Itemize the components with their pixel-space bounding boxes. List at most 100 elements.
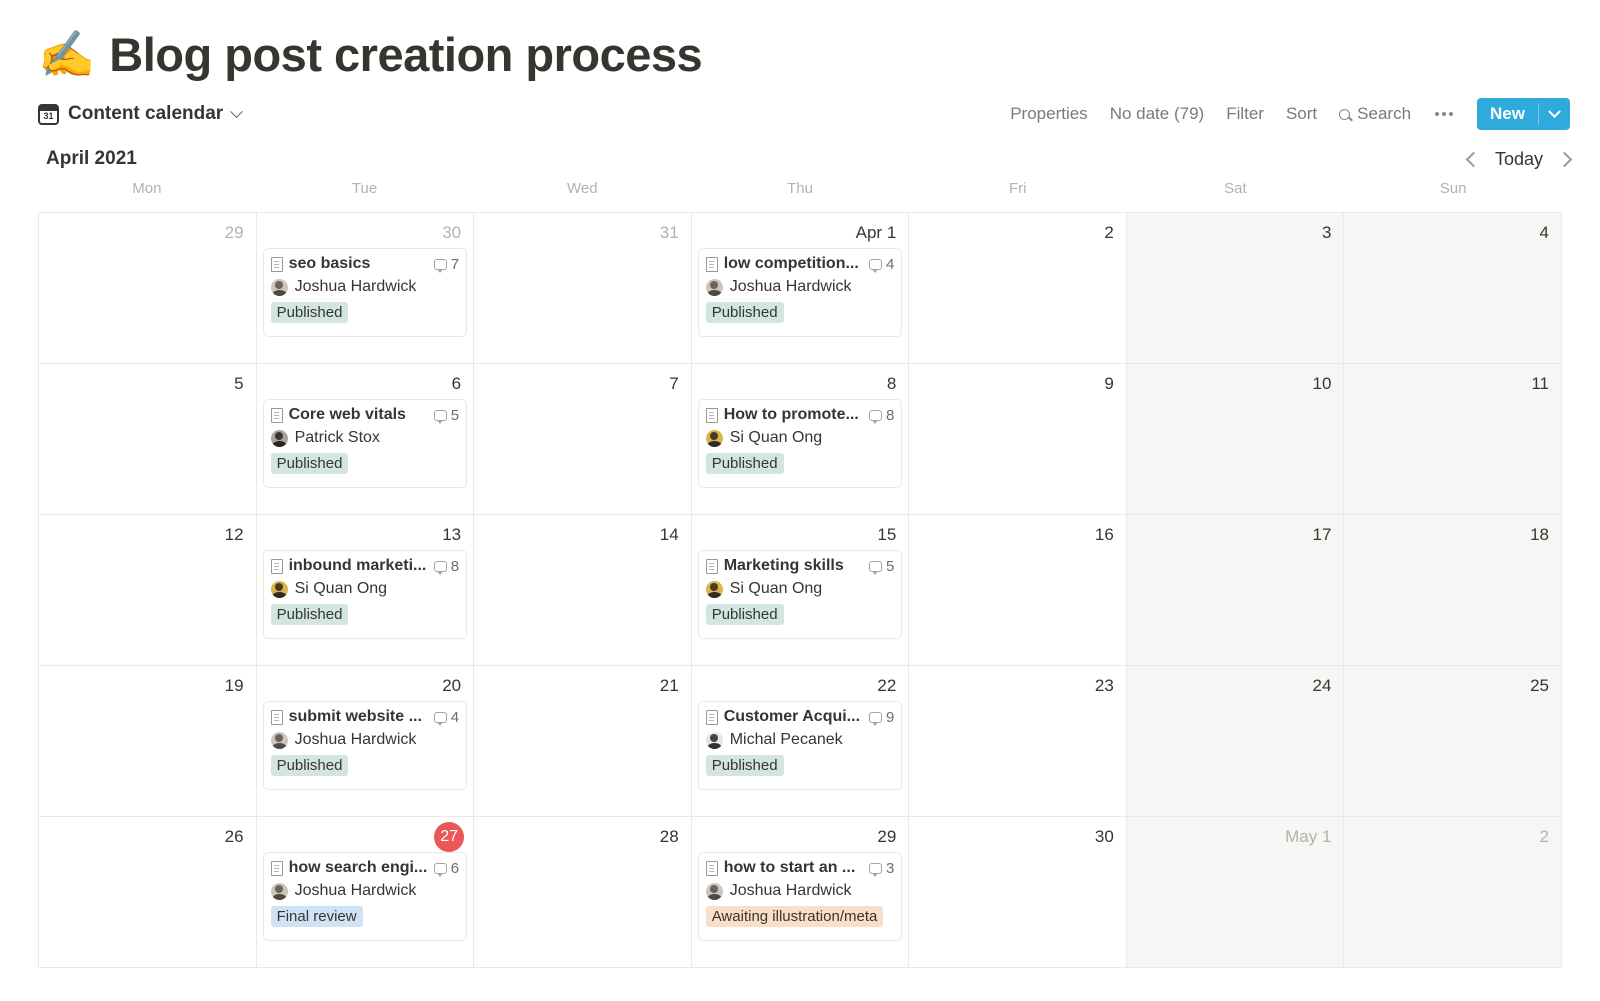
- day-number: 29: [877, 827, 897, 846]
- more-options-button[interactable]: [1433, 108, 1455, 120]
- weekday-label-fri: Fri: [1008, 180, 1027, 197]
- event-card[interactable]: Customer Acqui... 9 Michal Pecanek Publishe…: [697, 701, 903, 790]
- day-number: 30: [442, 223, 462, 242]
- calendar-day-cell[interactable]: 16: [909, 515, 1127, 666]
- calendar-day-cell[interactable]: 9: [909, 364, 1127, 515]
- calendar-day-cell[interactable]: 17: [1126, 515, 1345, 666]
- event-card[interactable]: seo basics 7 Joshua Hardwick Published: [262, 248, 468, 337]
- toolbar: 31 Content calendar Properties No date (…: [0, 90, 1600, 138]
- day-number: 10: [1312, 374, 1332, 393]
- calendar-day-cell[interactable]: 4: [1344, 213, 1562, 364]
- day-number: 22: [877, 676, 897, 695]
- comment-bubble-icon: [433, 258, 447, 273]
- event-card[interactable]: low competition... 4 Joshua Hardwick Publis…: [697, 248, 903, 337]
- event-card[interactable]: submit website ... 4 Joshua Hardwick Publis…: [262, 701, 468, 790]
- comment-bubble-icon: [868, 258, 882, 273]
- today-button[interactable]: Today: [1495, 149, 1543, 170]
- event-card[interactable]: How to promote... 8 Si Quan Ong Published: [697, 399, 903, 488]
- calendar-icon: 31: [38, 103, 59, 125]
- calendar-day-cell[interactable]: 5: [39, 364, 257, 515]
- calendar-day-cell[interactable]: 23: [909, 666, 1127, 817]
- calendar-day-cell[interactable]: 18: [1344, 515, 1562, 666]
- day-number-row: 9: [915, 371, 1120, 397]
- event-card[interactable]: Marketing skills 5 Si Quan Ong Published: [697, 550, 903, 639]
- calendar-day-cell[interactable]: 29 how to start an ... 3 Joshua Hardwick Awa…: [691, 817, 910, 968]
- calendar-day-cell[interactable]: 2: [1344, 817, 1562, 968]
- document-icon: [705, 709, 718, 725]
- month-label: April 2021: [46, 148, 137, 169]
- calendar-day-cell[interactable]: 19: [39, 666, 257, 817]
- event-title-row: submit website ... 4: [270, 708, 460, 726]
- weekday-label-mon: Mon: [132, 180, 162, 197]
- calendar-day-cell[interactable]: 2: [909, 213, 1127, 364]
- day-number-row: 8: [698, 371, 903, 397]
- new-button[interactable]: New: [1477, 98, 1570, 130]
- event-title-row: Customer Acqui... 9: [705, 708, 894, 726]
- day-number: 20: [442, 676, 462, 695]
- day-number-row: 2: [1350, 824, 1555, 850]
- event-title: low competition...: [723, 255, 859, 272]
- event-card[interactable]: inbound marketi... 8 Si Quan Ong Published: [262, 550, 468, 639]
- calendar-day-cell[interactable]: 25: [1344, 666, 1562, 817]
- event-author-name: Joshua Hardwick: [294, 278, 417, 295]
- calendar-day-cell[interactable]: 27 how search engi... 6 Joshua Hardwick Fina…: [256, 817, 475, 968]
- calendar-day-cell[interactable]: 29: [39, 213, 257, 364]
- comment-count-group: 4: [868, 256, 894, 273]
- calendar-day-cell[interactable]: 10: [1126, 364, 1345, 515]
- day-number: 8: [886, 374, 897, 393]
- calendar-day-cell[interactable]: Apr 1 low competition... 4 Joshua Hardwick P…: [691, 213, 910, 364]
- calendar-week-row: 19 20 submit website ... 4 Joshua Hardwick Pu…: [39, 666, 1562, 817]
- calendar-day-cell[interactable]: 11: [1344, 364, 1562, 515]
- calendar-day-cell[interactable]: 21: [474, 666, 692, 817]
- no-date-button[interactable]: No date (79): [1110, 104, 1205, 124]
- calendar-day-cell[interactable]: 7: [474, 364, 692, 515]
- calendar-day-cell[interactable]: 30 seo basics 7 Joshua Hardwick Published: [256, 213, 475, 364]
- event-card[interactable]: how to start an ... 3 Joshua Hardwick Await…: [697, 852, 903, 941]
- calendar-day-cell[interactable]: 8 How to promote... 8 Si Quan Ong Published: [691, 364, 910, 515]
- view-name-label: Content calendar: [68, 103, 224, 124]
- chevron-left-icon[interactable]: [1465, 151, 1482, 167]
- chevron-right-icon[interactable]: [1556, 151, 1573, 167]
- day-number-row: 20: [263, 673, 468, 699]
- sort-button[interactable]: Sort: [1286, 104, 1317, 124]
- calendar-day-cell[interactable]: 14: [474, 515, 692, 666]
- day-number-row: 29: [45, 220, 250, 246]
- calendar-day-cell[interactable]: May 1: [1126, 817, 1345, 968]
- comment-count: 4: [450, 708, 460, 726]
- avatar: [705, 429, 723, 447]
- calendar-day-cell[interactable]: 15 Marketing skills 5 Si Quan Ong Published: [691, 515, 910, 666]
- event-title-row: how search engi... 6: [270, 859, 459, 877]
- document-icon: [705, 407, 718, 423]
- filter-button[interactable]: Filter: [1226, 104, 1264, 124]
- calendar-day-cell[interactable]: 13 inbound marketi... 8 Si Quan Ong Publishe…: [256, 515, 475, 666]
- calendar-day-cell[interactable]: 20 submit website ... 4 Joshua Hardwick Publ…: [256, 666, 475, 817]
- day-number-row: 31: [480, 220, 685, 246]
- view-switcher[interactable]: 31 Content calendar: [38, 103, 244, 125]
- comment-count: 8: [450, 557, 460, 575]
- day-number-row: 30: [263, 220, 468, 246]
- calendar-day-cell[interactable]: 24: [1126, 666, 1345, 817]
- document-icon: [705, 558, 718, 574]
- calendar-day-cell[interactable]: 31: [474, 213, 692, 364]
- event-card[interactable]: how search engi... 6 Joshua Hardwick Final …: [262, 852, 468, 941]
- calendar-day-cell[interactable]: 28: [474, 817, 692, 968]
- status-badge: Awaiting illustration/meta: [705, 906, 884, 927]
- calendar-day-cell[interactable]: 6 Core web vitals 5 Patrick Stox Published: [256, 364, 475, 515]
- calendar-day-cell[interactable]: 26: [39, 817, 257, 968]
- calendar-day-cell[interactable]: 12: [39, 515, 257, 666]
- properties-button[interactable]: Properties: [1010, 104, 1087, 124]
- new-dropdown-button[interactable]: [1539, 98, 1570, 130]
- event-card[interactable]: Core web vitals 5 Patrick Stox Published: [262, 399, 468, 488]
- day-number-row: 6: [263, 371, 468, 397]
- calendar-day-cell[interactable]: 30: [909, 817, 1127, 968]
- calendar-day-cell[interactable]: 3: [1126, 213, 1345, 364]
- comment-count: 5: [450, 406, 460, 424]
- search-button[interactable]: Search: [1339, 104, 1411, 124]
- status-badge: Published: [705, 755, 784, 776]
- calendar-day-cell[interactable]: 22 Customer Acqui... 9 Michal Pecanek Publis…: [691, 666, 910, 817]
- day-number: 14: [659, 525, 679, 544]
- status-badge: Published: [270, 453, 349, 474]
- event-title: How to promote...: [723, 406, 859, 423]
- day-number-row: 18: [1350, 522, 1555, 548]
- weekday-label-tue: Tue: [351, 180, 378, 197]
